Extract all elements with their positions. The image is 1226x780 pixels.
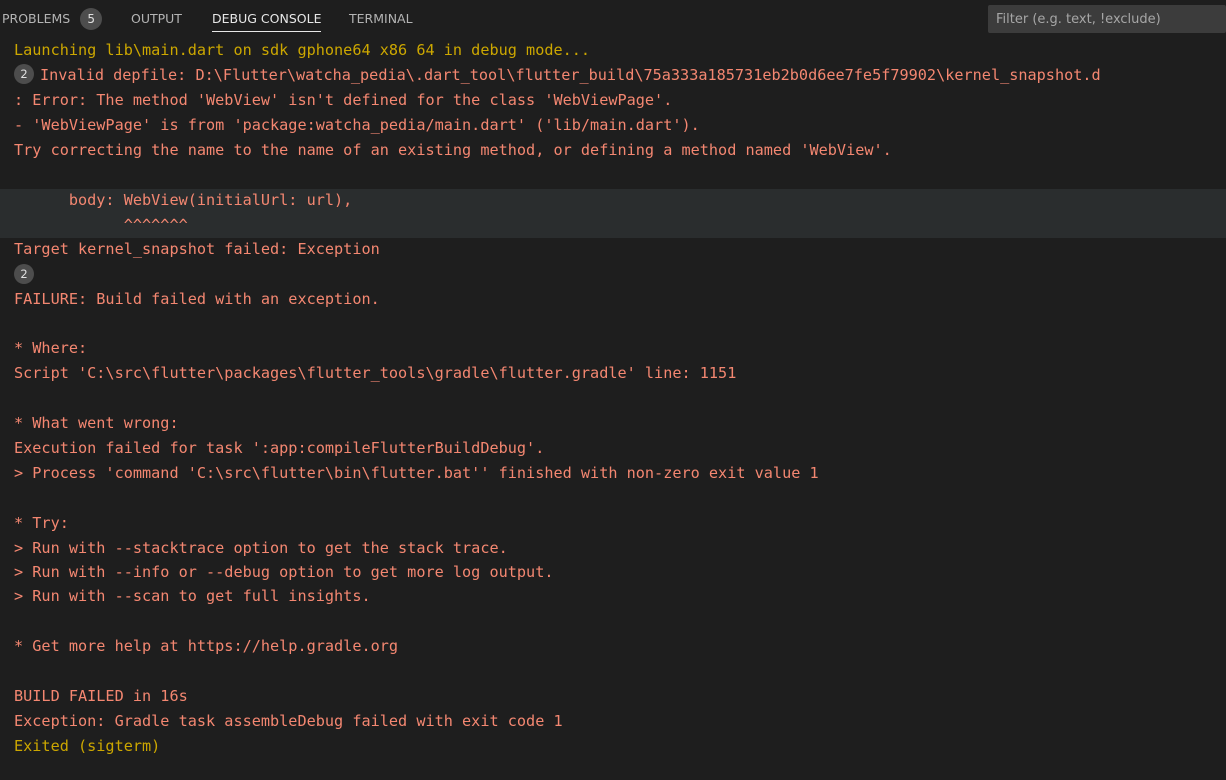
debug-console-panel: PROBLEMS 5 OUTPUT DEBUG CONSOLE TERMINAL … bbox=[0, 0, 1226, 780]
repeat-count-badge: 2 bbox=[14, 63, 34, 84]
tab-terminal[interactable]: TERMINAL bbox=[349, 0, 413, 38]
console-line-exited: Exited (sigterm) bbox=[14, 737, 161, 755]
tab-debug-console[interactable]: DEBUG CONSOLE bbox=[212, 0, 322, 38]
console-line-repeat: 2 bbox=[14, 263, 40, 288]
panel-tab-bar: PROBLEMS 5 OUTPUT DEBUG CONSOLE TERMINAL bbox=[0, 0, 1226, 38]
tab-label: TERMINAL bbox=[349, 11, 413, 26]
console-line-launch: Launching lib\main.dart on sdk gphone64 … bbox=[14, 41, 591, 59]
tab-problems[interactable]: PROBLEMS 5 bbox=[2, 0, 103, 38]
console-line-where-head: * Where: bbox=[14, 339, 88, 357]
console-line-wrong-head: * What went wrong: bbox=[14, 414, 179, 432]
tab-label: PROBLEMS bbox=[2, 11, 71, 26]
tab-label: OUTPUT bbox=[131, 11, 182, 26]
tab-label: DEBUG CONSOLE bbox=[212, 11, 322, 26]
console-line-error: - 'WebViewPage' is from 'package:watcha_… bbox=[14, 116, 700, 134]
console-line-depfile: 2 Invalid depfile: D:\Flutter\watcha_pedi… bbox=[14, 63, 1101, 88]
console-line-target: Target kernel_snapshot failed: Exception bbox=[14, 240, 380, 258]
console-line-try: > Run with --info or --debug option to g… bbox=[14, 563, 554, 581]
console-line-where-body: Script 'C:\src\flutter\packages\flutter_… bbox=[14, 364, 737, 382]
console-line-exception: Exception: Gradle task assembleDebug fai… bbox=[14, 712, 563, 730]
filter-box bbox=[988, 5, 1226, 33]
repeat-count-badge: 2 bbox=[14, 263, 34, 284]
console-line-error: Try correcting the name to the name of a… bbox=[14, 141, 892, 159]
console-output[interactable]: Launching lib\main.dart on sdk gphone64 … bbox=[0, 38, 1226, 780]
filter-input[interactable] bbox=[996, 5, 1218, 33]
console-line-try-head: * Try: bbox=[14, 514, 69, 532]
console-line-try: > Run with --scan to get full insights. bbox=[14, 587, 371, 605]
console-line-caret: ^^^^^^^ bbox=[14, 216, 188, 234]
console-line-build-failed: BUILD FAILED in 16s bbox=[14, 687, 188, 705]
active-tab-indicator bbox=[212, 31, 322, 32]
console-line-wrong-body: Execution failed for task ':app:compileF… bbox=[14, 439, 545, 457]
problems-count-badge: 5 bbox=[80, 7, 103, 30]
console-line-wrong-body: > Process 'command 'C:\src\flutter\bin\f… bbox=[14, 464, 819, 482]
console-line-help: * Get more help at https://help.gradle.o… bbox=[14, 637, 399, 655]
console-line-code: body: WebView(initialUrl: url), bbox=[14, 191, 353, 209]
console-line-try: > Run with --stacktrace option to get th… bbox=[14, 539, 508, 557]
console-line-error: : Error: The method 'WebView' isn't defi… bbox=[14, 91, 673, 109]
tab-output[interactable]: OUTPUT bbox=[131, 0, 182, 38]
depfile-text: Invalid depfile: D:\Flutter\watcha_pedia… bbox=[40, 66, 1101, 84]
console-line-failure: FAILURE: Build failed with an exception. bbox=[14, 290, 380, 308]
